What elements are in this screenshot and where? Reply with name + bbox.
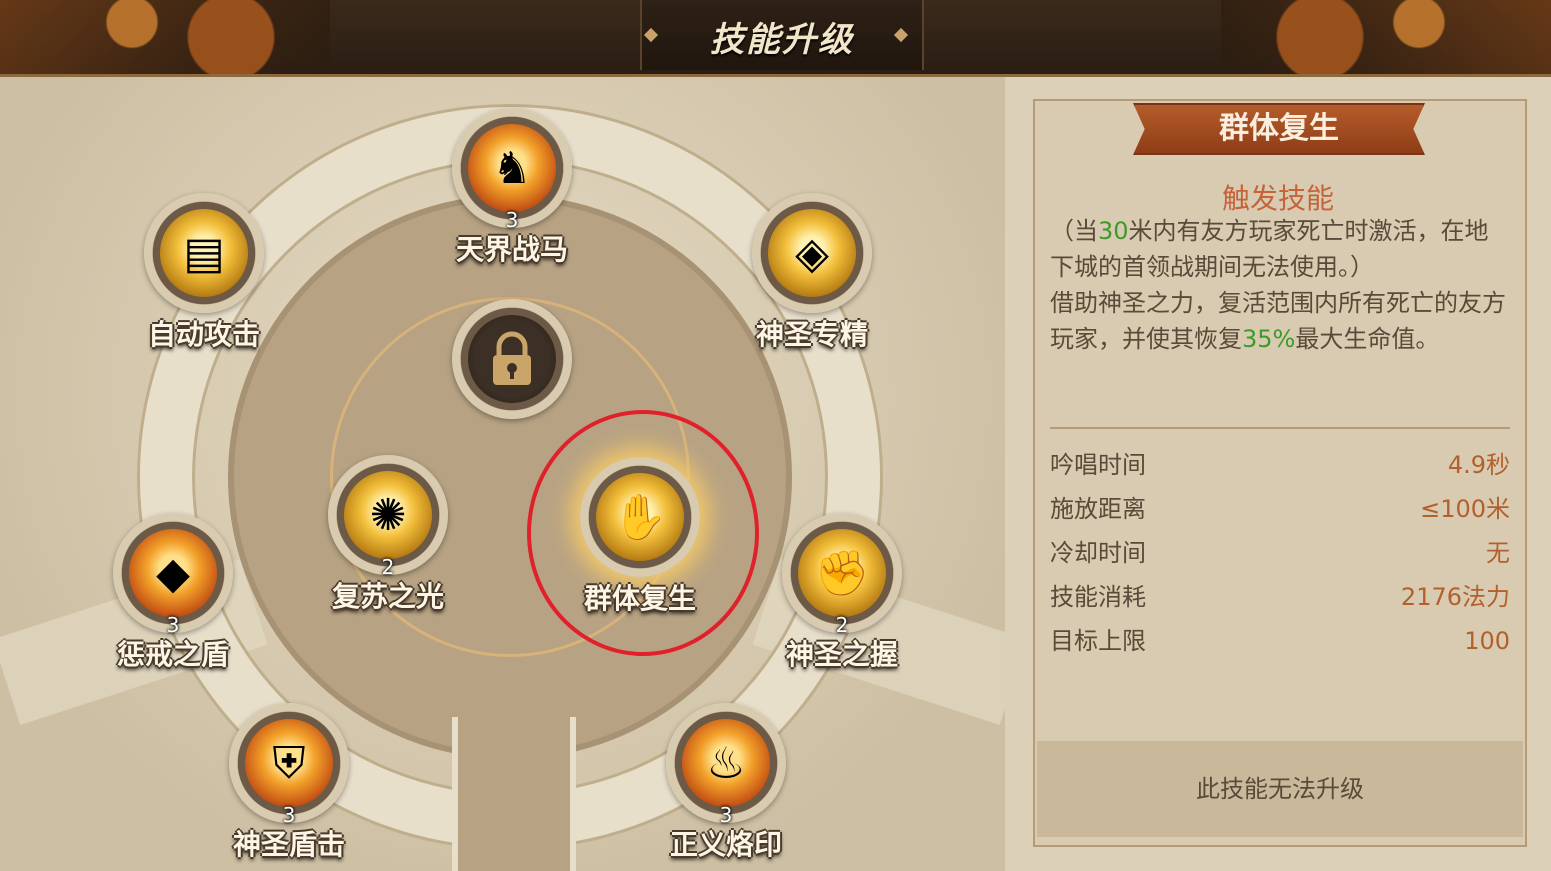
stat-label: 冷却时间 xyxy=(1050,539,1146,567)
skill-fusu-zhiguang[interactable]: ✺ 2 复苏之光 xyxy=(328,455,448,613)
desc-highlight: 35% xyxy=(1242,325,1296,353)
stat-value: 100 xyxy=(1464,627,1510,655)
skill-qunti-fusheng[interactable]: ✋ 群体复生 xyxy=(580,457,700,615)
skill-locked[interactable] xyxy=(452,299,572,419)
skill-shensheng-zhiwo[interactable]: ✊ 2 神圣之握 xyxy=(782,513,902,671)
skill-description: （当30米内有友方玩家死亡时激活，在地下城的首领战期间无法使用。） 借助神圣之力… xyxy=(1050,213,1512,357)
skill-name: 自动攻击 xyxy=(147,318,260,351)
skill-name: 正义烙印 xyxy=(669,828,782,861)
stat-value: ≤100米 xyxy=(1420,495,1510,523)
stat-value: 无 xyxy=(1486,539,1510,567)
skill-type: 触发技能 xyxy=(1221,182,1334,215)
stat-label: 施放距离 xyxy=(1050,495,1146,523)
skill-name: 惩戒之盾 xyxy=(116,638,229,671)
skill-tianjie-zhanma[interactable]: ♞ 3 天界战马 xyxy=(452,108,572,266)
skill-detail-panel: 群体复生 触发技能 （当30米内有友方玩家死亡时激活，在地下城的首领战期间无法使… xyxy=(1005,77,1551,871)
shield-burst-icon: ◈ xyxy=(768,209,856,297)
skill-name: 神圣专精 xyxy=(755,318,868,351)
desc-effect: 借助神圣之力，复活范围内所有死亡的友方玩家，并使其恢复35%最大生命值。 xyxy=(1050,285,1512,357)
header-ornament-left xyxy=(0,0,330,74)
tree-stem xyxy=(452,717,576,871)
skill-name: 神圣之握 xyxy=(785,638,898,671)
desc-text: 最大生命值。 xyxy=(1295,325,1440,353)
blocks-icon: ▤ xyxy=(160,209,248,297)
stat-row: 吟唱时间 4.9秒 xyxy=(1050,443,1510,487)
lock-icon xyxy=(468,315,556,403)
header-bar: 技能升级 xyxy=(0,0,1551,77)
stats-list: 吟唱时间 4.9秒 施放距离 ≤100米 冷却时间 无 技能消耗 2176法力 目标上限… xyxy=(1050,443,1510,663)
skill-shensheng-dunji[interactable]: ⛨ 3 神圣盾击 xyxy=(229,703,349,861)
stat-row: 技能消耗 2176法力 xyxy=(1050,575,1510,619)
desc-text: （当 xyxy=(1050,217,1098,245)
stat-value: 4.9秒 xyxy=(1447,451,1510,479)
fist-icon: ✊ xyxy=(798,529,886,617)
header-ornament-right xyxy=(1221,0,1551,74)
skill-zhengyi-laoyin[interactable]: ♨ 3 正义烙印 xyxy=(666,703,786,861)
stat-value: 2176法力 xyxy=(1400,583,1510,611)
stat-label: 技能消耗 xyxy=(1050,583,1146,611)
skill-chengjie-zhidun[interactable]: ◆ 3 惩戒之盾 xyxy=(113,513,233,671)
light-burst-icon: ✺ xyxy=(344,471,432,559)
holy-hand-icon: ✋ xyxy=(596,473,684,561)
skill-name: 群体复生 xyxy=(583,582,696,615)
divider xyxy=(1050,427,1510,429)
desc-highlight: 30 xyxy=(1098,217,1129,245)
skill-title: 群体复生 xyxy=(1219,111,1339,146)
upgrade-status: 此技能无法升级 xyxy=(1037,741,1523,837)
stat-row: 目标上限 100 xyxy=(1050,619,1510,663)
stat-label: 吟唱时间 xyxy=(1050,451,1146,479)
skill-zidong-gongji[interactable]: ▤ 自动攻击 xyxy=(144,193,264,351)
stat-label: 目标上限 xyxy=(1050,627,1146,655)
skill-title-banner: 群体复生 xyxy=(1133,103,1425,155)
skill-tree-area: ♞ 3 天界战马 ▤ 自动攻击 ◈ 神圣专精 ✺ 2 复苏之光 ✋ 群体复生 ◆… xyxy=(0,77,1005,871)
skill-shensheng-zhuanjing[interactable]: ◈ 神圣专精 xyxy=(752,193,872,351)
title-plate: 技能升级 xyxy=(640,0,924,70)
stat-row: 冷却时间 无 xyxy=(1050,531,1510,575)
flame-icon: ♨ xyxy=(682,719,770,807)
skill-name: 复苏之光 xyxy=(331,580,444,613)
page-title: 技能升级 xyxy=(710,20,854,60)
upgrade-status-text: 此技能无法升级 xyxy=(1196,775,1364,803)
horse-icon: ♞ xyxy=(468,124,556,212)
gauntlet-icon: ⛨ xyxy=(245,719,333,807)
stat-row: 施放距离 ≤100米 xyxy=(1050,487,1510,531)
desc-condition: （当30米内有友方玩家死亡时激活，在地下城的首领战期间无法使用。） xyxy=(1050,213,1512,285)
skill-name: 天界战马 xyxy=(455,233,568,266)
skill-name: 神圣盾击 xyxy=(232,828,345,861)
gem-shield-icon: ◆ xyxy=(129,529,217,617)
